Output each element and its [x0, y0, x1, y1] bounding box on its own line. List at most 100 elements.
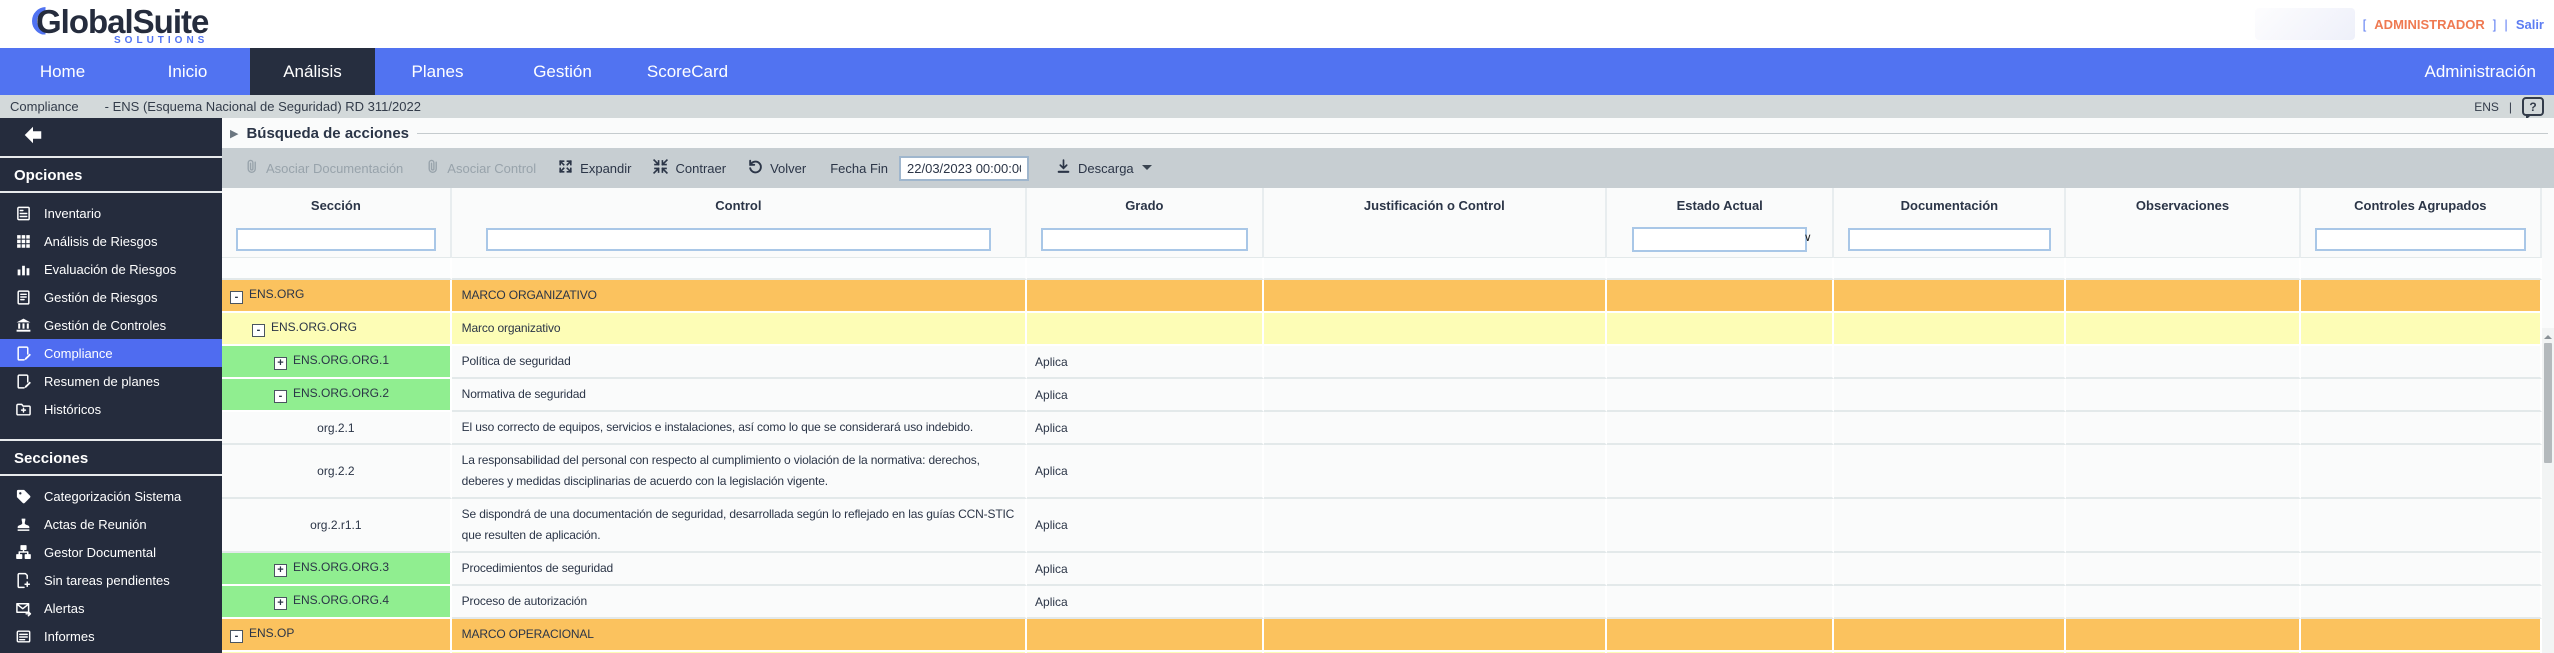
- justificacion-cell: [1264, 412, 1607, 445]
- expand-node-toggle[interactable]: +: [274, 597, 287, 610]
- sidebar-item-hist-ricos[interactable]: Históricos: [0, 395, 222, 423]
- expand-node-toggle[interactable]: +: [274, 357, 287, 370]
- sidebar-item-categorizaci-n-sistema[interactable]: Categorización Sistema: [0, 482, 222, 510]
- section-code: ENS.ORG.ORG.2: [293, 386, 389, 400]
- document-plus-icon: [14, 571, 32, 589]
- paperclip-icon: [243, 158, 260, 178]
- vertical-scrollbar[interactable]: [2542, 328, 2554, 653]
- bracket: [: [2363, 17, 2367, 32]
- descarga-button[interactable]: Descarga: [1048, 158, 1159, 178]
- sidebar-item-sin-tareas-pendientes[interactable]: Sin tareas pendientes: [0, 566, 222, 594]
- sidebar-item-compliance[interactable]: Compliance: [0, 339, 222, 367]
- column-header-controles[interactable]: Controles Agrupados: [2301, 188, 2542, 222]
- section-cell: +ENS.ORG.ORG.3: [222, 553, 452, 586]
- control-cell: Normativa de seguridad: [452, 379, 1027, 412]
- grid-icon: [14, 232, 32, 250]
- estado-cell: [1607, 619, 1834, 652]
- observaciones-cell: [2066, 346, 2300, 379]
- observaciones-cell: [2066, 379, 2300, 412]
- filter-input-control[interactable]: [486, 228, 991, 251]
- expand-node-toggle[interactable]: +: [274, 564, 287, 577]
- column-header-observaciones[interactable]: Observaciones: [2066, 188, 2300, 222]
- documentacion-cell: [1834, 553, 2066, 586]
- documentacion-cell: [1834, 346, 2066, 379]
- controles-cell: [2301, 346, 2542, 379]
- column-header-control[interactable]: Control: [452, 188, 1027, 222]
- tab-scorecard[interactable]: ScoreCard: [625, 48, 750, 95]
- table-row: org.2.1El uso correcto de equipos, servi…: [222, 412, 2542, 445]
- sidebar-item-actas-de-reuni-n[interactable]: Actas de Reunión: [0, 510, 222, 538]
- fecha-fin-input[interactable]: [899, 156, 1029, 181]
- section-code: ENS.ORG.ORG.4: [293, 593, 389, 607]
- documentacion-cell: [1834, 586, 2066, 619]
- collapse-node-toggle[interactable]: -: [252, 324, 265, 337]
- section-code: org.2.1: [317, 421, 354, 435]
- sidebar-item-gesti-n-de-riesgos[interactable]: Gestión de Riesgos: [0, 283, 222, 311]
- tab-administracion[interactable]: Administración: [2425, 48, 2554, 95]
- descarga-label: Descarga: [1078, 161, 1134, 176]
- tab-inicio[interactable]: Inicio: [125, 48, 250, 95]
- stamp-icon: [14, 515, 32, 533]
- breadcrumb-title: - ENS (Esquema Nacional de Seguridad) RD…: [105, 99, 421, 114]
- column-header-justificacion[interactable]: Justificación o Control: [1264, 188, 1607, 222]
- sidebar-item-label: Evaluación de Riesgos: [44, 262, 176, 277]
- sidebar-item-label: Resumen de planes: [44, 374, 160, 389]
- section-code: ENS.ORG: [249, 287, 304, 301]
- grado-cell: Aplica: [1027, 346, 1264, 379]
- filter-input-seccion[interactable]: [236, 228, 436, 251]
- breadcrumb-right: ENS | ?: [2474, 97, 2544, 116]
- column-header-documentacion[interactable]: Documentación: [1834, 188, 2066, 222]
- justificacion-cell: [1264, 619, 1607, 652]
- collapse-node-toggle[interactable]: -: [274, 390, 287, 403]
- logo-text: GlobalSuite: [36, 5, 208, 38]
- tab-planes[interactable]: Planes: [375, 48, 500, 95]
- sidebar-item-resumen-de-planes[interactable]: Resumen de planes: [0, 367, 222, 395]
- sidebar-section-title: Secciones: [0, 439, 222, 476]
- filter-input-controles[interactable]: [2315, 228, 2526, 251]
- sidebar-item-label: Actas de Reunión: [44, 517, 147, 532]
- sidebar-item-label: Análisis de Riesgos: [44, 234, 157, 249]
- table-row: -ENS.OPMARCO OPERACIONAL: [222, 619, 2542, 652]
- sidebar-item-inventario[interactable]: Inventario: [0, 199, 222, 227]
- help-icon[interactable]: ?: [2522, 97, 2544, 116]
- filter-input-documentacion[interactable]: [1848, 228, 2050, 251]
- sidebar-item-gesti-n-de-controles[interactable]: Gestión de Controles: [0, 311, 222, 339]
- scroll-up-icon[interactable]: [2544, 331, 2552, 339]
- scrollbar-thumb[interactable]: [2544, 343, 2552, 463]
- sidebar-item-alertas[interactable]: Alertas: [0, 594, 222, 622]
- section-code: ENS.ORG.ORG.1: [293, 353, 389, 367]
- tab-home[interactable]: Home: [0, 48, 125, 95]
- sidebar-item-evaluaci-n-de-riesgos[interactable]: Evaluación de Riesgos: [0, 255, 222, 283]
- filter-select-estado[interactable]: [1632, 227, 1807, 252]
- panel-collapse-icon[interactable]: ▶: [230, 127, 238, 140]
- section-code: ENS.ORG.ORG: [271, 320, 357, 334]
- collapse-node-toggle[interactable]: -: [230, 291, 243, 304]
- button-label: Asociar Control: [447, 161, 536, 176]
- table-row: -ENS.ORG MARCO ORGANIZATIVO: [222, 280, 2542, 313]
- contraer-button[interactable]: Contraer: [645, 158, 733, 178]
- volver-button[interactable]: Volver: [740, 158, 813, 178]
- controles-cell: [2301, 379, 2542, 412]
- table-row: org.2.r1.1Se dispondrá de una documentac…: [222, 499, 2542, 553]
- filter-cell-controles: [2301, 222, 2542, 258]
- logout-link[interactable]: Salir: [2516, 17, 2544, 32]
- column-header-seccion[interactable]: Sección: [222, 188, 452, 222]
- sidebar-item-gestor-documental[interactable]: Gestor Documental: [0, 538, 222, 566]
- collapse-node-toggle[interactable]: -: [230, 630, 243, 643]
- filter-input-grado[interactable]: [1041, 228, 1247, 251]
- expandir-button[interactable]: Expandir: [550, 158, 638, 178]
- column-header-estado[interactable]: Estado Actual: [1607, 188, 1834, 222]
- column-header-grado[interactable]: Grado: [1027, 188, 1264, 222]
- methodology-label: ENS: [2474, 100, 2499, 114]
- expand-icon: [557, 158, 574, 178]
- tab-gestión[interactable]: Gestión: [500, 48, 625, 95]
- sidebar-item-informes[interactable]: Informes: [0, 622, 222, 650]
- justificacion-cell: [1264, 499, 1607, 553]
- table-row: +ENS.ORG.ORG.3Procedimientos de segurida…: [222, 553, 2542, 586]
- sidebar-item-an-lisis-de-riesgos[interactable]: Análisis de Riesgos: [0, 227, 222, 255]
- tab-análisis[interactable]: Análisis: [250, 48, 375, 95]
- tag-icon: [14, 487, 32, 505]
- estado-cell: [1607, 553, 1834, 586]
- sidebar-back-button[interactable]: [0, 118, 222, 158]
- control-cell: MARCO ORGANIZATIVO: [452, 280, 1027, 313]
